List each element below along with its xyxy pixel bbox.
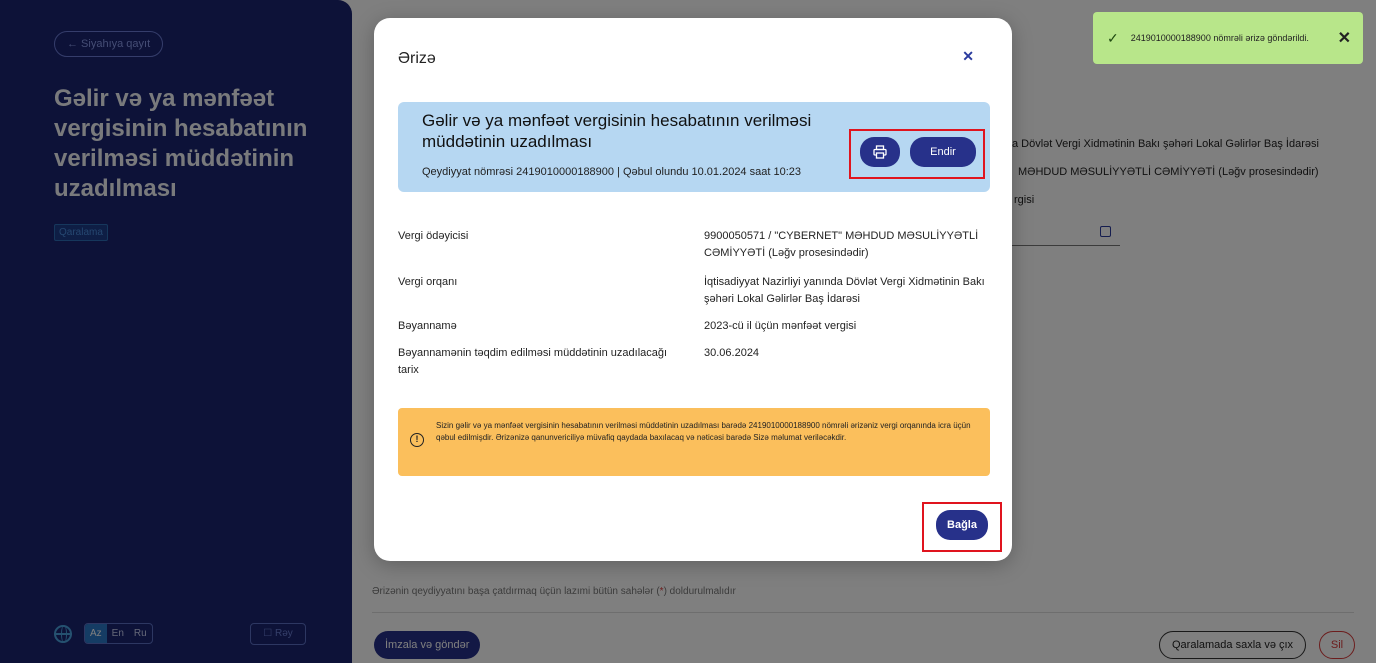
application-meta: Qeydiyyat nömrəsi 2419010000188900 | Qəb… bbox=[422, 166, 801, 178]
alert-icon: ! bbox=[410, 433, 424, 447]
download-button[interactable]: Endir bbox=[910, 137, 976, 167]
toast-message: 2419010000188900 nömrəli ərizə göndərild… bbox=[1130, 32, 1309, 43]
modal-title: Ərizə bbox=[398, 50, 436, 67]
application-modal: Ərizə ✕ Gəlir və ya mənfəət vergisinin h… bbox=[374, 18, 1012, 561]
printer-icon bbox=[873, 145, 887, 159]
field-value: 30.06.2024 bbox=[704, 347, 760, 359]
alert-text: Sizin gəlir və ya mənfəət vergisinin hes… bbox=[436, 421, 971, 442]
field-value: 9900050571 / "CYBERNET" MƏHDUD MƏSULİYYƏ… bbox=[704, 230, 979, 259]
info-alert: ! Sizin gəlir və ya mənfəət vergisinin h… bbox=[398, 408, 990, 476]
field-label: Bəyannamənin təqdim edilməsi müddətinin … bbox=[398, 347, 668, 376]
application-header: Gəlir və ya mənfəət vergisinin hesabatın… bbox=[398, 102, 990, 192]
field-label: Bəyannamə bbox=[398, 320, 457, 332]
field-label: Vergi orqanı bbox=[398, 276, 458, 288]
check-icon: ✓ bbox=[1107, 29, 1119, 46]
close-button[interactable]: Bağla bbox=[936, 510, 988, 540]
field-value: İqtisadiyyat Nazirliyi yanında Dövlət Ve… bbox=[704, 276, 985, 305]
field-value: 2023-cü il üçün mənfəət vergisi bbox=[704, 320, 857, 332]
close-icon[interactable]: ✕ bbox=[1338, 28, 1351, 48]
modal-close-icon[interactable]: ✕ bbox=[962, 48, 974, 65]
field-label: Vergi ödəyicisi bbox=[398, 230, 469, 242]
print-button[interactable] bbox=[860, 137, 900, 167]
success-toast: ✓ 2419010000188900 nömrəli ərizə göndəri… bbox=[1093, 12, 1363, 64]
application-name: Gəlir və ya mənfəət vergisinin hesabatın… bbox=[422, 111, 812, 151]
